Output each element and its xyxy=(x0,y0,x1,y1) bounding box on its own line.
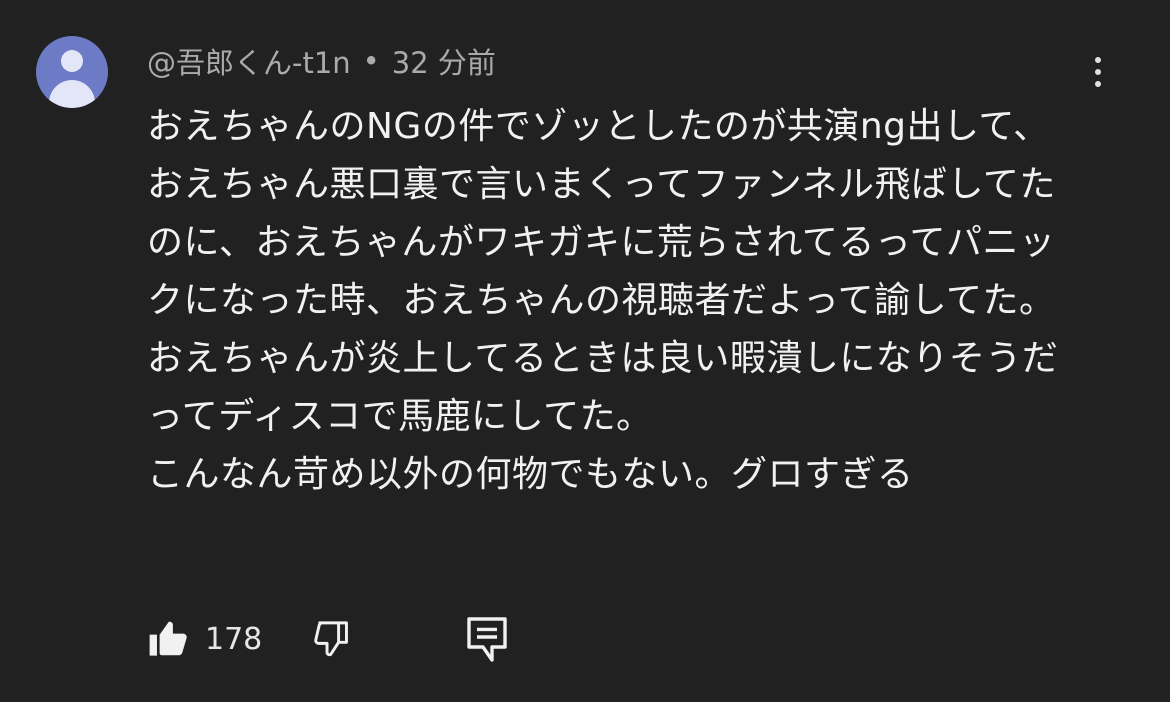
more-vertical-icon xyxy=(1095,57,1101,63)
more-vertical-icon-dot xyxy=(1095,81,1101,87)
author-name[interactable]: @吾郎くん-t1n xyxy=(147,40,351,82)
dislike-button[interactable] xyxy=(312,614,356,664)
reply-button[interactable] xyxy=(465,614,509,664)
comment-header: @吾郎くん-t1n • 32 分前 xyxy=(147,41,496,81)
like-count: 178 xyxy=(205,621,263,657)
avatar[interactable] xyxy=(36,36,108,108)
more-vertical-icon-dot xyxy=(1095,69,1101,75)
more-options-button[interactable] xyxy=(1080,50,1116,94)
thumbs-down-icon xyxy=(314,621,348,657)
comment-card: @吾郎くん-t1n • 32 分前 おえちゃんのNGの件でゾッとしたのが共演ng… xyxy=(0,0,1170,702)
like-button[interactable]: 178 xyxy=(147,614,262,664)
avatar-head-shape xyxy=(61,50,83,72)
comment-text: おえちゃんのNGの件でゾッとしたのが共演ng出して、おえちゃん悪口裏で言いまくっ… xyxy=(147,106,1059,495)
avatar-body-shape xyxy=(49,80,95,108)
comment-timestamp[interactable]: 32 分前 xyxy=(392,40,496,82)
reply-comment-icon xyxy=(467,617,507,662)
thumbs-up-icon xyxy=(149,621,187,656)
header-separator: • xyxy=(362,44,380,78)
